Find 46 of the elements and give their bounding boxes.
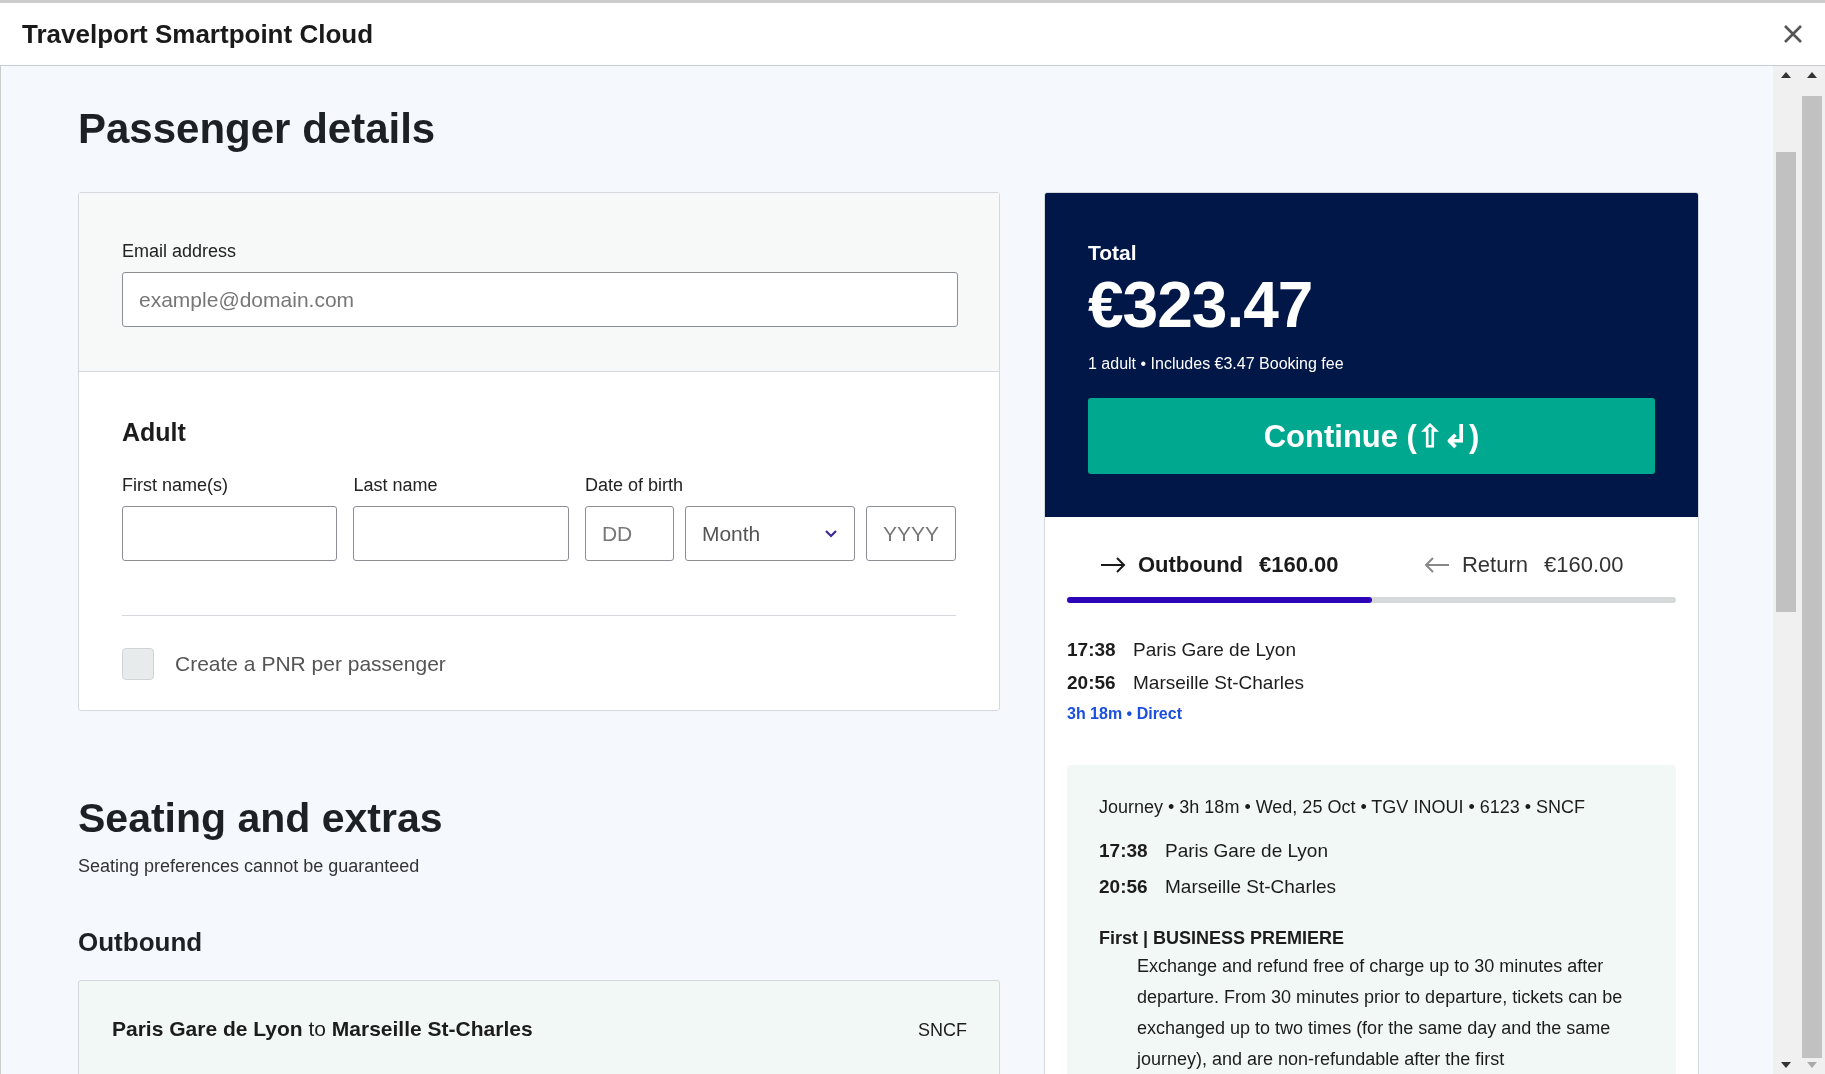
journey-tab[interactable]: Return €160.00 bbox=[1371, 545, 1676, 585]
stop-time: 17:38 bbox=[1067, 639, 1117, 661]
fare-conditions: Exchange and refund free of charge up to 30 minutes after departure. From 30 minutes prior to departure, tickets can be exchanged up to two times (for the same day and the same journey), and are non-refundable after the first bbox=[1135, 955, 1624, 1071]
text-field[interactable] bbox=[353, 506, 569, 561]
stop-time: 20:56 bbox=[1099, 876, 1149, 898]
fare-class: First | BUSINESS PREMIERE bbox=[1099, 928, 1346, 949]
operator-text: SNCF bbox=[918, 1020, 967, 1041]
scroll-up-icon[interactable] bbox=[1807, 72, 1817, 78]
section-heading: Adult bbox=[122, 418, 187, 447]
arrow-right-icon bbox=[1099, 557, 1126, 573]
arrow-left-icon bbox=[1423, 557, 1450, 573]
journey-summary: Journey • 3h 18m • Wed, 25 Oct • TGV INOUI • 6123 • SNCF bbox=[1099, 797, 1587, 818]
seating-note: Seating preferences cannot be guaranteed bbox=[78, 856, 421, 877]
section-heading: Seating and extras bbox=[78, 795, 444, 842]
price-detail: 1 adult • Includes €3.47 Booking fee bbox=[1088, 355, 1345, 373]
total-price: €323.47 bbox=[1088, 269, 1314, 341]
stop-time: 20:56 bbox=[1067, 672, 1117, 694]
scroll-up-icon[interactable] bbox=[1781, 72, 1791, 78]
page-heading: Passenger details bbox=[78, 104, 437, 154]
scrollbar[interactable] bbox=[1773, 66, 1799, 1074]
station-name: Paris Gare de Lyon bbox=[1133, 639, 1296, 661]
field-label: First name(s) bbox=[122, 475, 229, 496]
field-label: Date of birth bbox=[584, 475, 684, 496]
email-field[interactable]: example@domain.com bbox=[122, 272, 958, 327]
station-name: Marseille St-Charles bbox=[1165, 876, 1337, 898]
total-label: Total bbox=[1088, 241, 1138, 265]
station-name: Paris Gare de Lyon bbox=[1165, 840, 1328, 862]
month-select[interactable]: Month bbox=[684, 506, 855, 561]
date-field[interactable]: YYYY bbox=[865, 506, 956, 561]
subsection-heading: Outbound bbox=[78, 927, 204, 958]
scrollbar[interactable] bbox=[1799, 66, 1825, 1074]
checkbox[interactable] bbox=[122, 648, 154, 680]
checkbox-label[interactable]: Create a PNR per passenger bbox=[175, 652, 446, 676]
close-icon[interactable] bbox=[1783, 24, 1803, 44]
scroll-down-icon[interactable] bbox=[1781, 1062, 1791, 1068]
window-title: Travelport Smartpoint Cloud bbox=[22, 18, 374, 50]
text-field[interactable] bbox=[122, 506, 338, 561]
date-field[interactable]: DD bbox=[584, 506, 674, 561]
stop-time: 17:38 bbox=[1099, 840, 1149, 862]
route-text: Paris Gare de Lyon to Marseille St-Charles bbox=[112, 1017, 533, 1041]
duration-text: 3h 18m • Direct bbox=[1067, 705, 1183, 723]
chevron-down-icon bbox=[823, 529, 838, 538]
station-name: Marseille St-Charles bbox=[1133, 672, 1305, 694]
journey-tab[interactable]: Outbound €160.00 bbox=[1067, 545, 1372, 585]
field-label: Last name bbox=[353, 475, 439, 496]
field-label: Email address bbox=[122, 241, 238, 262]
